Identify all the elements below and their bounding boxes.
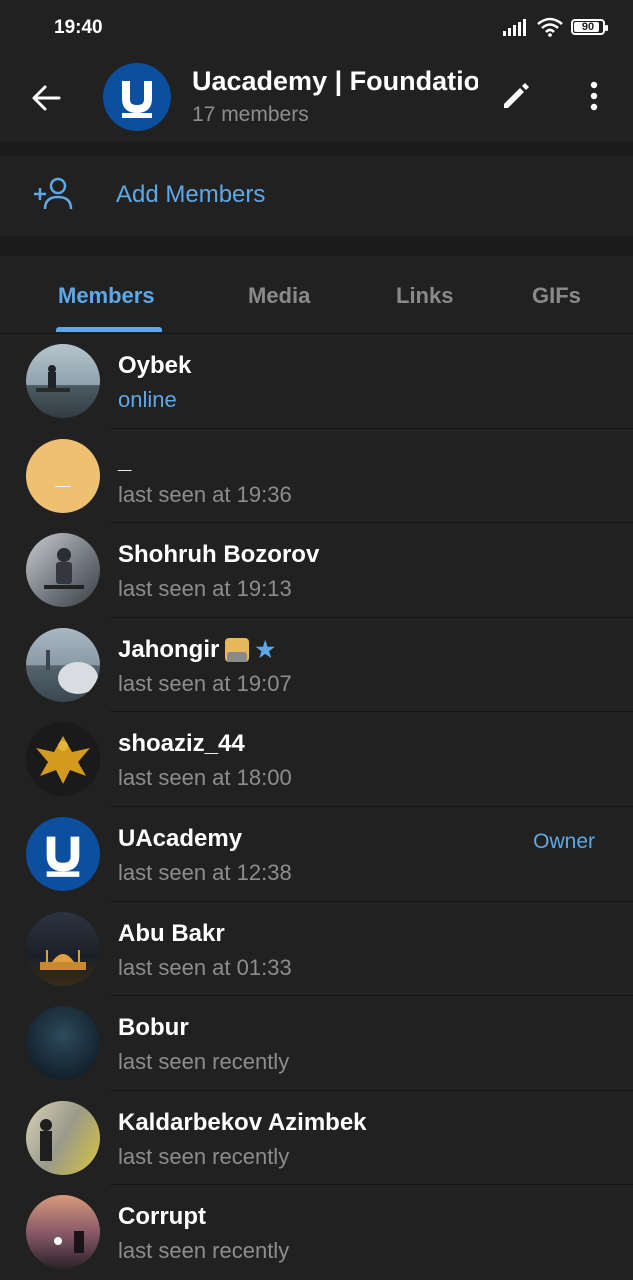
member-name: Oybek <box>118 352 192 379</box>
member-status: last seen at 19:13 <box>118 576 292 602</box>
add-members-button[interactable]: Add Members <box>0 156 633 236</box>
pencil-icon <box>504 83 529 108</box>
more-vertical-icon <box>590 81 598 111</box>
group-avatar[interactable] <box>103 63 171 131</box>
avatar <box>26 722 100 797</box>
member-status: online <box>118 387 177 412</box>
avatar <box>26 344 100 418</box>
avatar <box>26 911 100 986</box>
group-title[interactable]: Uacademy | Foundation <box>192 66 478 97</box>
member-name: _ <box>118 446 132 474</box>
avatar <box>26 533 100 608</box>
premium-star-icon: ★ <box>255 636 276 662</box>
more-button[interactable] <box>580 80 608 117</box>
avatar <box>26 816 100 891</box>
member-row[interactable]: Shohruh Bozorov last seen at 19:13 <box>0 523 633 618</box>
add-user-icon <box>34 177 73 210</box>
status-time: 19:40 <box>54 17 103 38</box>
tab-gifs[interactable]: GIFs <box>532 283 581 309</box>
arrow-left-icon <box>32 85 61 111</box>
avatar <box>26 1100 100 1175</box>
member-count: 17 members <box>192 103 309 126</box>
member-name: Corrupt <box>118 1203 206 1231</box>
avatar-initial: _ <box>55 460 71 491</box>
tab-media[interactable]: Media <box>248 283 310 309</box>
member-row[interactable]: Corrupt last seen recently <box>0 1185 633 1280</box>
member-status: last seen recently <box>118 1238 290 1264</box>
battery-level: 90 <box>581 21 595 33</box>
member-list: Oybek online _ _ last seen at 19:36 Shoh… <box>0 334 633 1280</box>
member-row[interactable]: Kaldarbekov Azimbek last seen recently <box>0 1090 633 1186</box>
member-status: last seen at 19:36 <box>118 481 292 507</box>
member-status: last seen at 18:00 <box>118 765 292 791</box>
member-row[interactable]: UAcademy last seen at 12:38 Owner <box>0 806 633 902</box>
member-status: last seen recently <box>118 1049 290 1075</box>
signal-icon <box>503 19 526 36</box>
add-members-label: Add Members <box>116 181 266 208</box>
avatar <box>26 627 100 702</box>
member-status: last seen at 01:33 <box>118 954 292 980</box>
uacademy-logo-icon <box>46 836 80 877</box>
chat-header: Uacademy | Foundation 17 members <box>0 56 633 142</box>
member-name: UAcademy <box>118 824 243 852</box>
member-row[interactable]: Bobur last seen recently <box>0 996 633 1091</box>
member-name: Kaldarbekov Azimbek <box>118 1108 367 1136</box>
active-tab-indicator <box>56 327 162 332</box>
battery-icon: 90 <box>571 19 608 35</box>
member-row[interactable]: _ _ last seen at 19:36 <box>0 428 633 524</box>
avatar: _ <box>26 438 100 513</box>
member-name: Jahongir ★ <box>118 636 275 664</box>
uacademy-logo-icon <box>122 81 152 118</box>
tab-members[interactable]: Members <box>58 283 155 309</box>
member-name: Shohruh Bozorov <box>118 541 320 569</box>
member-status: last seen at 12:38 <box>118 859 292 885</box>
edit-button[interactable] <box>500 80 532 117</box>
wifi-icon <box>537 17 563 37</box>
member-name: Bobur <box>118 1014 189 1042</box>
member-name: Abu Bakr <box>118 919 225 947</box>
back-button[interactable] <box>26 78 66 118</box>
tab-bar: Members Media Links GIFs <box>0 256 633 334</box>
member-row[interactable]: shoaziz_44 last seen at 18:00 <box>0 712 633 807</box>
member-row[interactable]: Oybek online <box>0 334 633 429</box>
tab-links[interactable]: Links <box>396 283 453 309</box>
avatar <box>26 1006 100 1081</box>
member-name: shoaziz_44 <box>118 730 245 758</box>
member-row[interactable]: Jahongir ★ last seen at 19:07 <box>0 617 633 713</box>
technologist-emoji-icon <box>225 637 250 662</box>
avatar <box>26 1195 100 1270</box>
status-bar: 19:40 90 <box>0 0 633 56</box>
owner-badge: Owner <box>533 829 595 853</box>
emblem-icon <box>36 736 90 785</box>
member-row[interactable]: Abu Bakr last seen at 01:33 <box>0 901 633 997</box>
member-name-text: Jahongir <box>118 635 220 663</box>
member-status: last seen at 19:07 <box>118 670 292 696</box>
member-status: last seen recently <box>118 1143 290 1169</box>
status-icons: 90 <box>503 17 608 37</box>
